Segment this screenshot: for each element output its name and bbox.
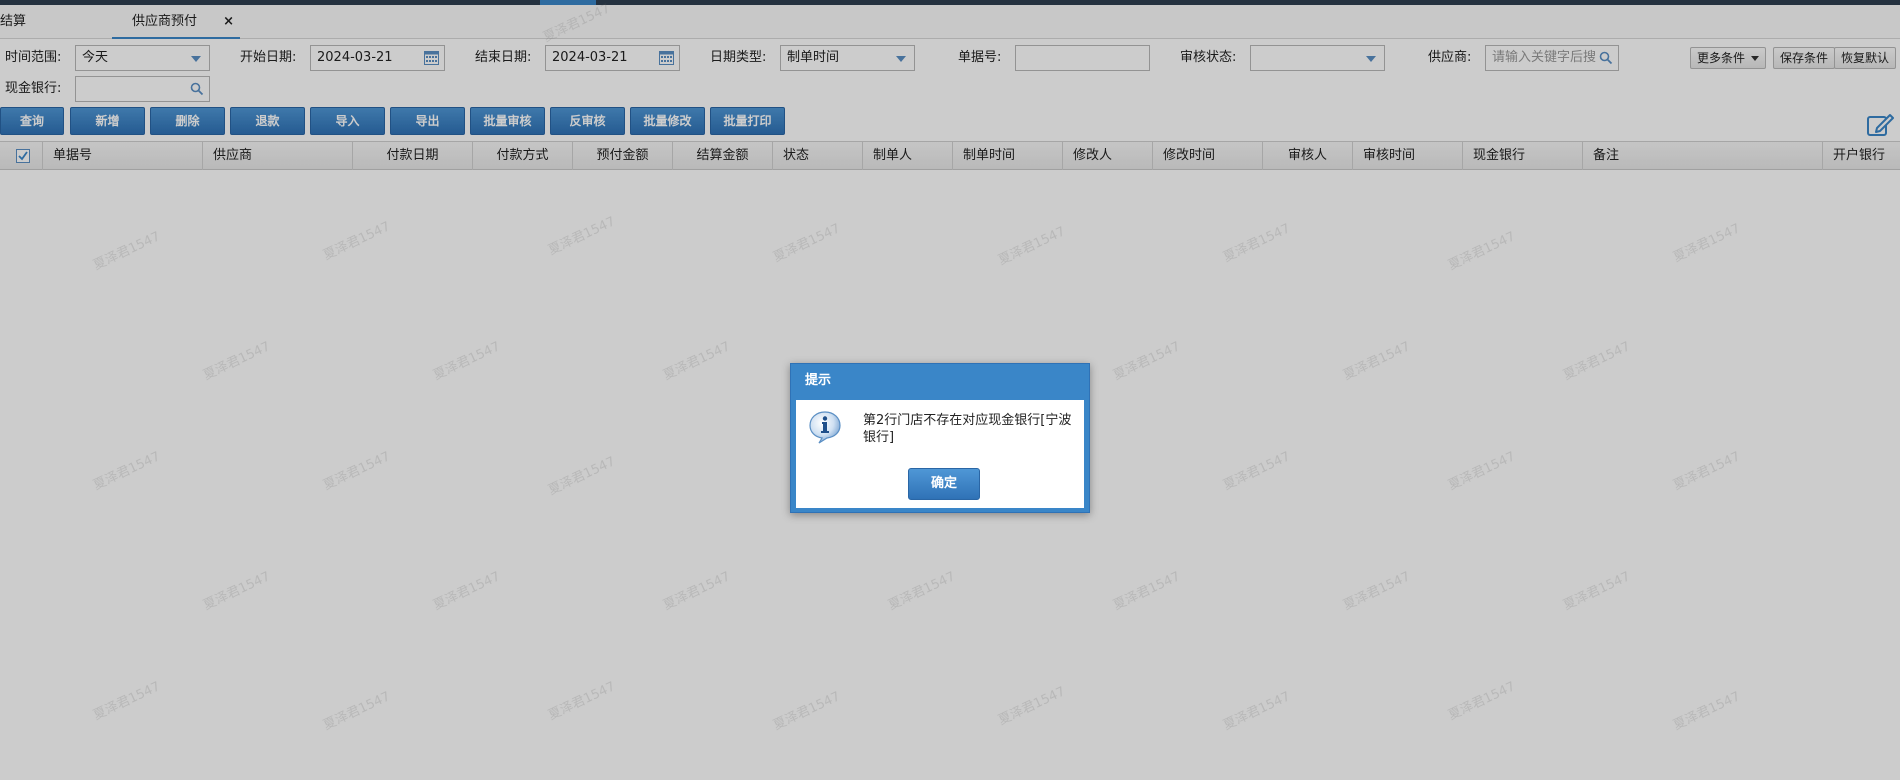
alert-dialog: 提示 第2行门店不存在对应现金银行[宁波银行] 确定 xyxy=(790,363,1090,513)
dialog-message: 第2行门店不存在对应现金银行[宁波银行] xyxy=(863,413,1072,445)
ok-button[interactable]: 确定 xyxy=(908,468,980,500)
dialog-title: 提示 xyxy=(805,373,832,388)
info-icon xyxy=(808,410,842,444)
dialog-body: 第2行门店不存在对应现金银行[宁波银行] 确定 xyxy=(796,400,1084,508)
